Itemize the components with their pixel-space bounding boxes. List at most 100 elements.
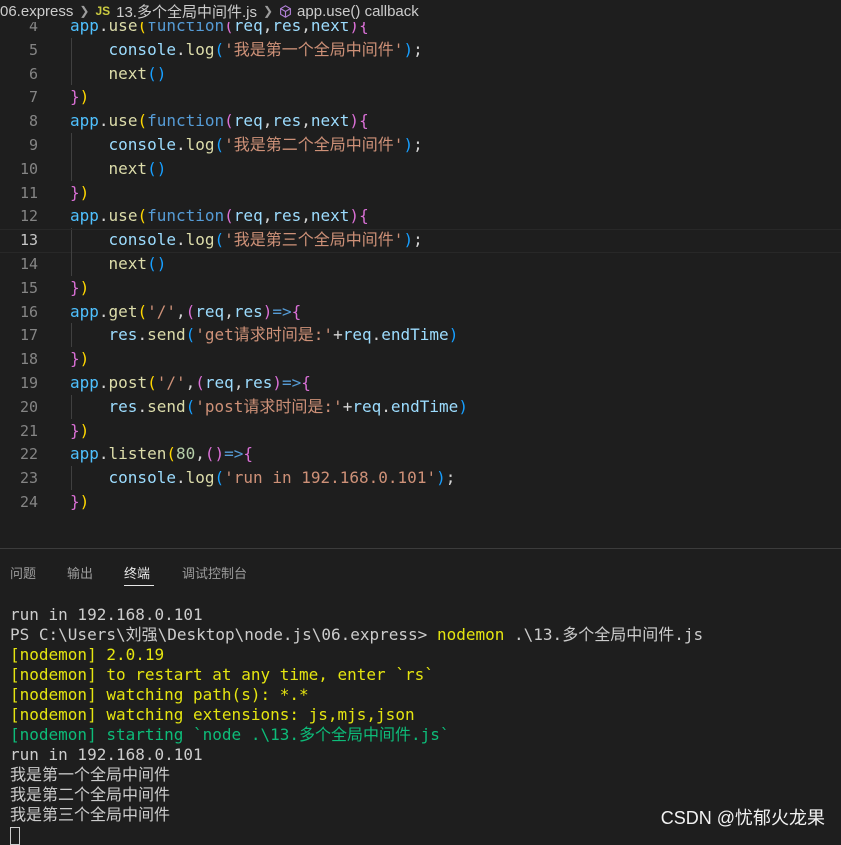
code-line[interactable]: 24}) — [0, 490, 841, 514]
code-token: ( — [137, 206, 148, 226]
code-token: use — [108, 206, 138, 226]
code-line[interactable]: 22 app.listen(80,()=>{ — [0, 442, 841, 466]
code-line[interactable]: 9 console.log('我是第二个全局中间件'); — [0, 133, 841, 157]
code-token: ; — [445, 468, 456, 488]
code-token: ) — [458, 396, 468, 416]
terminal-line: [nodemon] starting `node .\13.多个全局中间件.js… — [10, 725, 450, 744]
terminal-line: [nodemon] watching extensions: js,mjs,js… — [10, 705, 415, 724]
code-token: () — [147, 158, 167, 178]
code-editor[interactable]: 4 app.use(function(req,res,next){5 consol… — [0, 10, 841, 540]
line-number: 10 — [19, 159, 38, 178]
code-token: function — [147, 111, 225, 131]
code-token: log — [185, 468, 215, 488]
code-line[interactable]: 16 app.get('/',(req,res)=>{ — [0, 300, 841, 324]
code-token: . — [98, 444, 109, 464]
code-token: endTime — [381, 325, 449, 345]
code-token: } — [70, 87, 80, 107]
code-token: ; — [413, 135, 423, 154]
code-token: ( — [137, 111, 148, 131]
code-line[interactable]: 15}) — [0, 276, 841, 300]
code-text: app.listen(80,()=>{ — [70, 442, 253, 466]
code-line[interactable]: 18}) — [0, 347, 841, 371]
code-token: ) — [436, 468, 446, 488]
code-token: 80 — [175, 444, 196, 464]
code-line[interactable]: 17 res.send('get请求时间是:'+req.endTime) — [0, 323, 841, 347]
code-token: function — [147, 206, 225, 226]
code-token: res — [70, 325, 138, 345]
code-token: '/' — [156, 373, 186, 392]
panel-tab[interactable]: 调试控制台 — [182, 563, 247, 582]
code-token: console — [70, 230, 176, 250]
code-token: app — [70, 206, 99, 226]
code-token: . — [98, 301, 109, 321]
code-token: listen — [108, 444, 167, 464]
code-token: . — [137, 325, 148, 345]
code-token: console — [70, 135, 176, 154]
terminal-args: .\13.多个全局中间件.js — [504, 625, 704, 644]
code-text: app.use(function(req,res,next){ — [70, 204, 369, 228]
code-line[interactable]: 20 res.send('post请求时间是:'+req.endTime) — [0, 395, 841, 419]
line-number: 17 — [19, 326, 38, 345]
line-number: 13 — [19, 231, 38, 250]
code-token: + — [333, 325, 343, 345]
code-text: }) — [70, 85, 89, 109]
breadcrumb-folder[interactable]: 06.express — [0, 3, 73, 20]
code-token: req — [342, 325, 372, 345]
code-token: send — [147, 396, 186, 416]
code-token: ; — [413, 39, 423, 59]
line-number: 21 — [19, 421, 38, 440]
terminal-line: run in 192.168.0.101 — [10, 605, 203, 624]
code-token: next — [70, 254, 148, 273]
code-line[interactable]: 5 console.log('我是第一个全局中间件'); — [0, 38, 841, 62]
code-token: () — [204, 444, 225, 464]
code-token: log — [185, 135, 215, 154]
watermark: CSDN @忧郁火龙果 — [660, 808, 825, 828]
panel-tab[interactable]: 问题 — [10, 563, 36, 582]
code-line[interactable]: 10 next() — [0, 157, 841, 181]
code-line[interactable]: 13 console.log('我是第三个全局中间件'); — [0, 228, 841, 252]
code-token: ) — [448, 325, 459, 345]
code-line[interactable]: 14 next() — [0, 252, 841, 276]
code-text: }) — [70, 347, 89, 371]
code-line[interactable]: 12 app.use(function(req,res,next){ — [0, 204, 841, 228]
line-number: 11 — [19, 183, 38, 202]
code-text: app.use(function(req,res,next){ — [70, 109, 369, 133]
javascript-file-icon: JS — [95, 4, 111, 18]
breadcrumb-file[interactable]: 13.多个全局中间件.js — [116, 1, 257, 22]
code-line[interactable]: 8 app.use(function(req,res,next){ — [0, 109, 841, 133]
code-token: } — [70, 492, 80, 511]
code-line[interactable]: 19 app.post('/',(req,res)=>{ — [0, 371, 841, 395]
code-line[interactable]: 21}) — [0, 419, 841, 443]
code-token: res — [70, 396, 138, 416]
code-token: 'run in 192.168.0.101' — [224, 468, 437, 488]
code-token: , — [233, 373, 244, 392]
code-line[interactable]: 11}) — [0, 181, 841, 205]
code-token: ( — [185, 325, 196, 345]
terminal-line: [nodemon] to restart at any time, enter … — [10, 665, 434, 684]
code-text: console.log('我是第二个全局中间件'); — [70, 133, 423, 157]
code-token: ( — [214, 135, 225, 154]
code-token: '我是第一个全局中间件' — [224, 39, 404, 59]
code-token: ) — [79, 87, 90, 107]
code-token: next — [310, 206, 350, 226]
code-token: post — [108, 373, 148, 392]
code-line[interactable]: 6 next() — [0, 62, 841, 86]
code-token: '我是第二个全局中间件' — [224, 135, 404, 154]
code-token: ) — [79, 277, 90, 297]
code-text: console.log('run in 192.168.0.101'); — [70, 466, 456, 490]
code-text: next() — [70, 252, 167, 276]
code-line[interactable]: 7}) — [0, 85, 841, 109]
active-tab-underline — [124, 585, 154, 586]
code-line[interactable]: 23 console.log('run in 192.168.0.101'); — [0, 466, 841, 490]
code-token: . — [98, 111, 109, 131]
code-token: console — [70, 39, 176, 59]
panel-tab[interactable]: 终端 — [124, 563, 150, 582]
code-text: next() — [70, 62, 167, 86]
code-token: app — [70, 444, 99, 464]
code-token: => — [224, 444, 244, 464]
code-token: ) — [79, 420, 90, 440]
breadcrumb-symbol[interactable]: app.use() callback — [297, 3, 419, 20]
code-token: . — [175, 468, 186, 488]
panel-tab[interactable]: 输出 — [67, 563, 93, 582]
code-token: res — [272, 111, 302, 131]
